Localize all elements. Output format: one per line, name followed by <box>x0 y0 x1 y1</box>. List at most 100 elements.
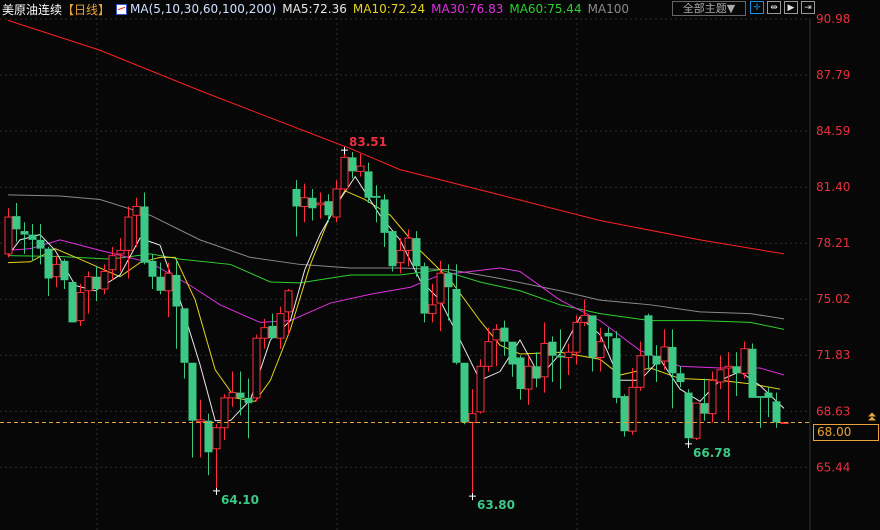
period-label[interactable]: 【日线】 <box>62 1 110 18</box>
candle-down <box>764 387 773 418</box>
candle-down <box>68 281 77 323</box>
candle-up <box>596 327 605 372</box>
candle-body <box>180 308 189 363</box>
candle-body <box>500 327 509 342</box>
candle-down <box>324 194 333 223</box>
candle-body <box>388 231 397 267</box>
candle-up <box>52 255 61 288</box>
y-tick-label: 68.63 <box>816 404 850 418</box>
ma5-line <box>7 175 785 422</box>
candle-body <box>196 419 205 423</box>
zoom-range-icon[interactable]: ⇹ <box>767 1 781 14</box>
candle-down <box>668 329 677 409</box>
candle-down <box>612 331 621 404</box>
candle-body <box>244 397 253 404</box>
candle-down <box>292 180 301 237</box>
candle-down <box>308 188 317 221</box>
candle-body <box>540 342 549 378</box>
theme-dropdown[interactable]: 全部主题▼ <box>672 1 746 16</box>
ma-definition[interactable]: MA(5,10,30,60,100,200) <box>130 2 276 16</box>
ma10-value: MA10:72.24 <box>352 2 426 16</box>
ma5-value: MA5:72.36 <box>282 2 347 16</box>
y-tick-label: 75.02 <box>816 292 850 306</box>
candle-up <box>124 206 133 279</box>
candle-up <box>276 306 285 349</box>
candle-down <box>644 313 653 370</box>
candle-down <box>140 192 149 265</box>
candle-body <box>324 201 333 216</box>
candle-down <box>348 152 357 179</box>
candle-body <box>300 197 309 207</box>
candle-body <box>484 341 493 367</box>
candle-body <box>292 188 301 207</box>
candle-body <box>420 266 429 314</box>
candle-body <box>404 237 413 251</box>
candle-body <box>76 292 85 322</box>
crosshair-icon[interactable]: ✛ <box>750 1 764 14</box>
candle-up <box>436 260 445 332</box>
current-price-line <box>0 412 876 423</box>
candle-down <box>12 202 21 242</box>
extreme-marker-icon <box>341 147 348 155</box>
candle-down <box>620 394 629 437</box>
candle-down <box>420 262 429 323</box>
ma100-value: MA100 <box>587 2 630 16</box>
candle-body <box>516 357 525 390</box>
candle-body <box>100 270 109 290</box>
candle-down <box>588 315 597 372</box>
candle-down <box>28 224 37 261</box>
candle-body <box>204 420 213 453</box>
candle-body <box>260 327 269 339</box>
candle-body <box>108 255 117 271</box>
candle-body <box>12 216 21 230</box>
candle-body <box>68 281 77 323</box>
candle-body <box>220 397 229 429</box>
candle-down <box>676 366 685 388</box>
candle-down <box>380 194 389 247</box>
candle-down <box>188 362 197 458</box>
candle-body <box>524 365 533 390</box>
y-tick-label: 81.40 <box>816 180 850 194</box>
candle-body <box>20 231 29 235</box>
candle-body <box>772 401 781 423</box>
price-annotations: 83.51 64.10 63.80 66.78 <box>213 135 731 512</box>
candle-up <box>76 283 85 326</box>
candle-up <box>300 183 309 223</box>
candle-down <box>684 389 693 444</box>
candle-body <box>732 366 741 374</box>
move-right-icon[interactable]: ⇥ <box>801 1 815 14</box>
candle-body <box>348 157 357 172</box>
candle-up <box>404 229 413 267</box>
candle-body <box>228 392 237 399</box>
candle-body <box>684 392 693 439</box>
candle-up <box>332 180 341 223</box>
candle-body <box>708 379 717 415</box>
candle-up <box>580 299 589 326</box>
indicator-chart-icon[interactable] <box>116 3 128 15</box>
candle-body <box>572 321 581 353</box>
candle-body <box>444 273 453 288</box>
candle-body <box>668 346 677 374</box>
candle-up <box>572 315 581 365</box>
ma60-value: MA60:75.44 <box>509 2 582 16</box>
candle-body <box>340 156 349 190</box>
play-forward-icon[interactable]: ▶ <box>784 1 798 14</box>
candle-body <box>564 351 573 358</box>
candle-body <box>92 276 101 290</box>
candle-down <box>364 162 373 203</box>
candle-down <box>756 396 765 428</box>
extreme-marker-icon <box>213 487 220 495</box>
extreme-price-label: 63.80 <box>477 498 515 512</box>
candle-body <box>724 365 733 369</box>
candle-body <box>4 216 13 255</box>
candle-down <box>60 259 69 290</box>
candle-body <box>644 315 653 356</box>
candle-up <box>164 262 173 318</box>
candle-down <box>236 371 245 416</box>
price-alert-icon[interactable] <box>868 412 876 421</box>
current-price-box: 68.00 <box>813 424 879 441</box>
candle-body <box>36 239 45 249</box>
candlestick-chart[interactable]: 83.5164.10 63.8066.78 90.9887.7984.5981.4… <box>0 0 880 530</box>
candle-down <box>652 345 661 383</box>
candle-body <box>692 402 701 439</box>
